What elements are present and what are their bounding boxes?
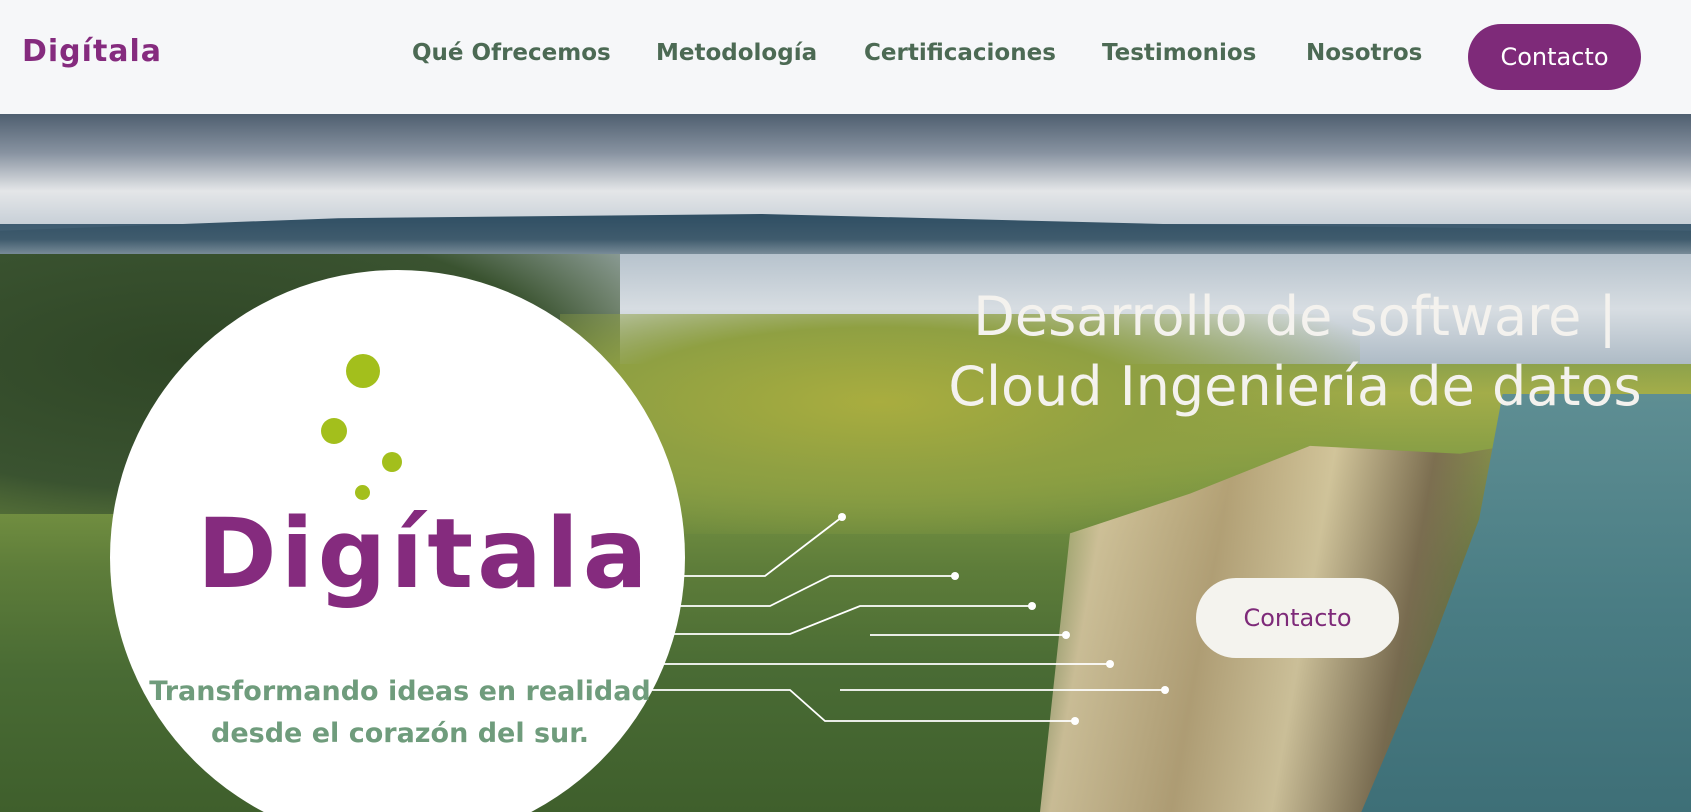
- logo-dot-icon: [321, 418, 347, 444]
- nav-link-que-ofrecemos[interactable]: Qué Ofrecemos: [412, 40, 611, 66]
- main-nav: Qué Ofrecemos Metodología Certificacione…: [0, 40, 1691, 74]
- nav-link-certificaciones[interactable]: Certificaciones: [864, 40, 1056, 66]
- nav-link-metodologia[interactable]: Metodología: [656, 40, 817, 66]
- hero-logo: Digítala: [197, 498, 652, 610]
- hero-headline: Desarrollo de software | Cloud Ingenierí…: [948, 285, 1642, 418]
- site-header: Digítala Qué Ofrecemos Metodología Certi…: [0, 0, 1691, 114]
- hero-contact-button[interactable]: Contacto: [1196, 578, 1399, 658]
- logo-dot-icon: [346, 354, 380, 388]
- header-contact-button[interactable]: Contacto: [1468, 24, 1641, 90]
- hero-tagline: Transformando ideas en realidad desde el…: [149, 676, 651, 749]
- logo-dot-icon: [382, 452, 402, 472]
- nav-link-nosotros[interactable]: Nosotros: [1306, 40, 1422, 66]
- hero-sky-background: [0, 114, 1691, 224]
- nav-link-testimonios[interactable]: Testimonios: [1102, 40, 1256, 66]
- hero-section: Digítala Transformando ideas en realidad…: [0, 114, 1691, 812]
